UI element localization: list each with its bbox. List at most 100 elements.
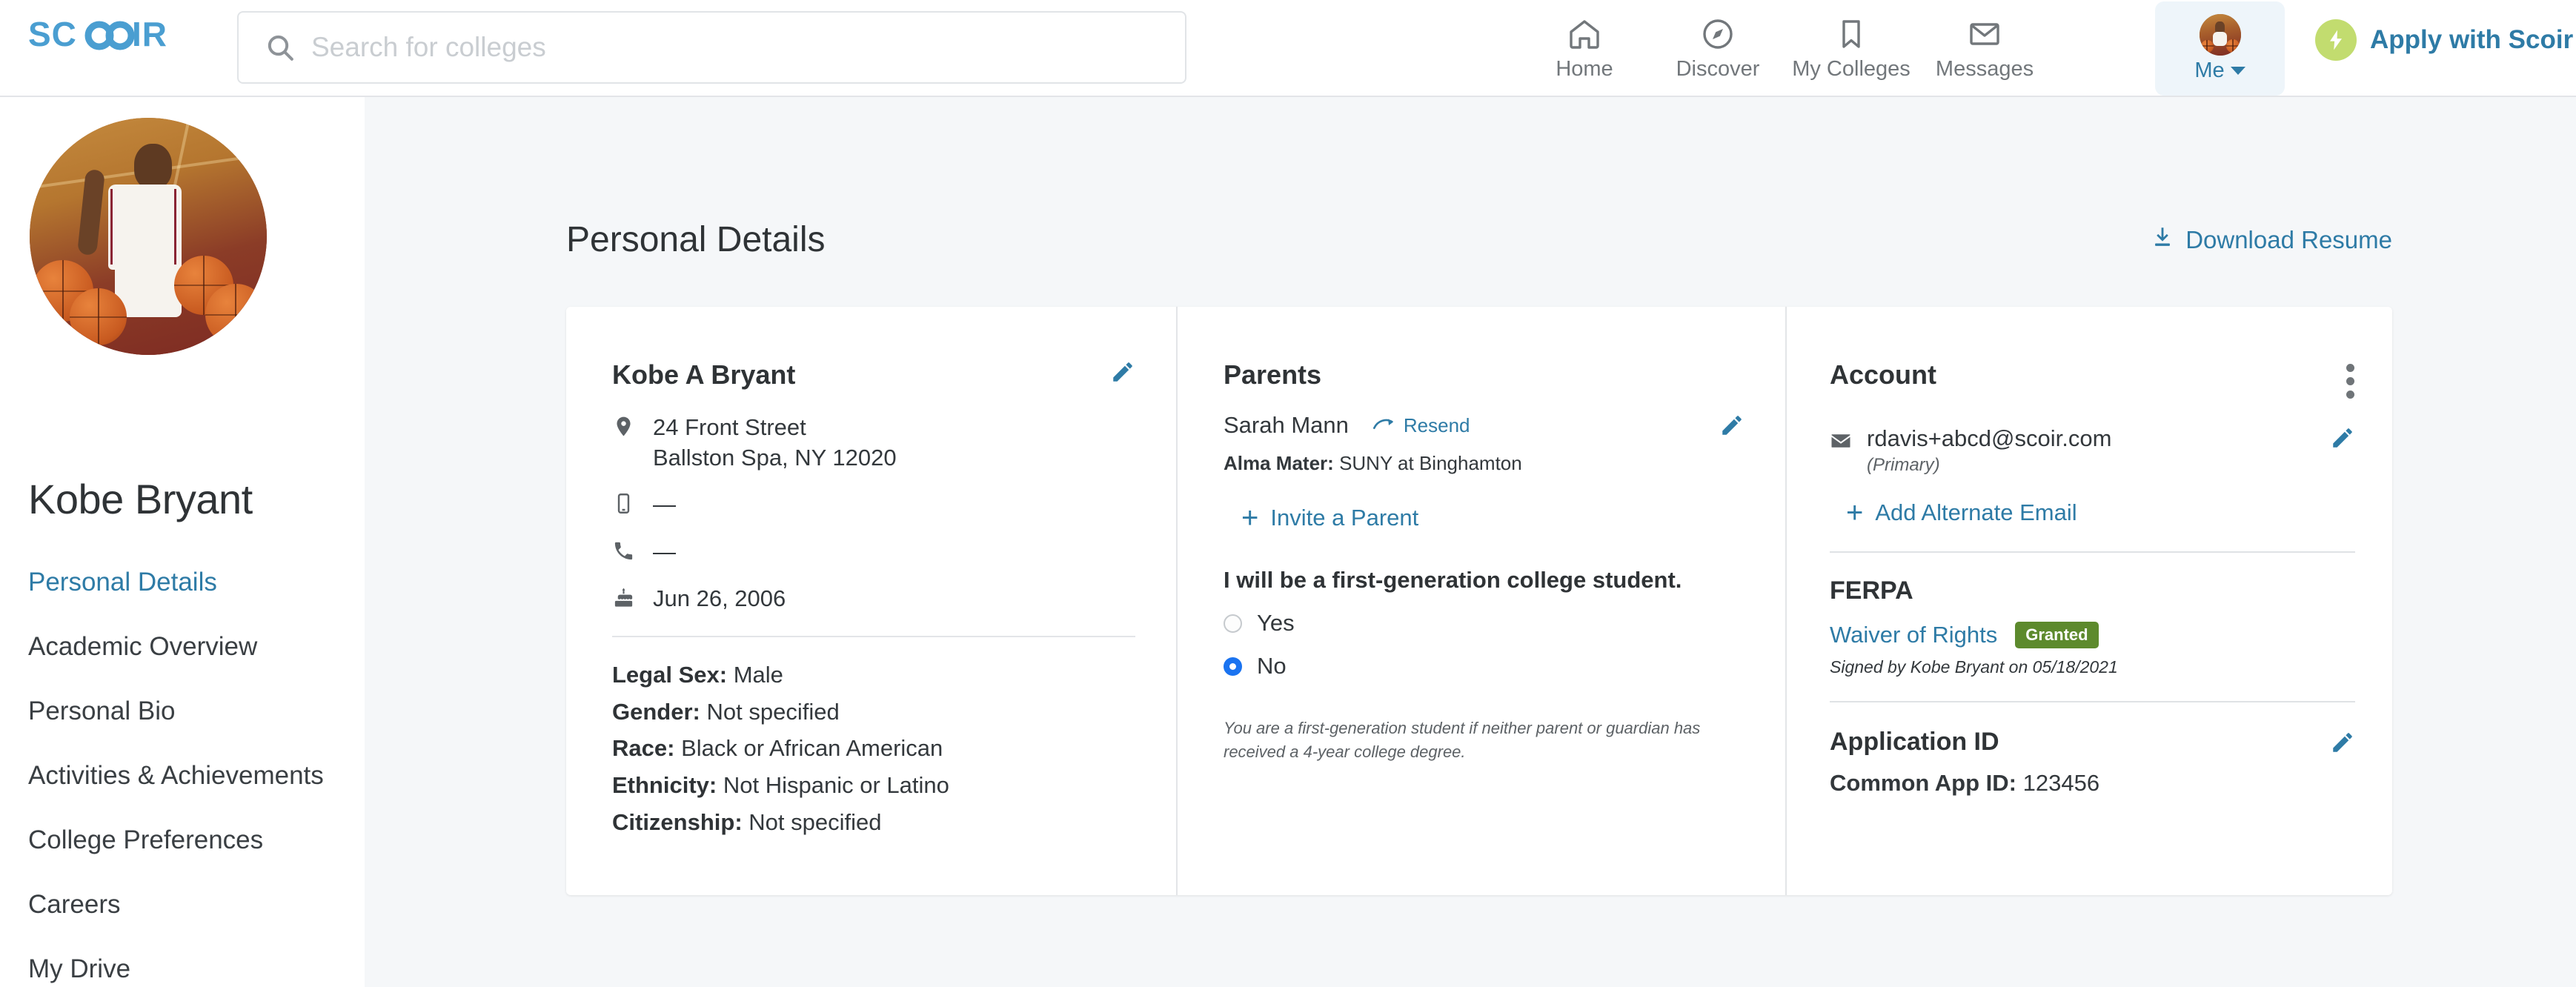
- kebab-dot: [2346, 377, 2354, 385]
- demographics-list: Legal Sex: Male Gender: Not specified Ra…: [612, 660, 1135, 837]
- first-generation-option-no[interactable]: No: [1224, 653, 1745, 679]
- resend-invite-button[interactable]: Resend: [1372, 414, 1470, 437]
- profile-sidebar: Kobe Bryant Personal Details Academic Ov…: [0, 97, 365, 987]
- birthdate-value: Jun 26, 2006: [653, 585, 786, 611]
- sidebar-item-activities-achievements[interactable]: Activities & Achievements: [28, 761, 339, 791]
- contact-info-list: 24 Front Street Ballston Spa, NY 12020 —…: [612, 412, 1135, 614]
- nav-label-my-colleges: My Colleges: [1792, 56, 1911, 81]
- plus-icon: +: [1846, 496, 1864, 529]
- status-badge: Granted: [2015, 622, 2099, 648]
- ethnicity-value: Not Hispanic or Latino: [723, 772, 949, 799]
- gender-label: Gender:: [612, 698, 700, 725]
- account-more-options-icon[interactable]: [2346, 359, 2355, 399]
- race-value: Black or African American: [681, 735, 943, 762]
- nav-item-home[interactable]: Home: [1518, 0, 1651, 97]
- divider: [1830, 551, 2355, 553]
- sidebar-item-my-drive[interactable]: My Drive: [28, 954, 339, 984]
- address-line-2: Ballston Spa, NY 12020: [653, 445, 897, 471]
- svg-text:IR: IR: [132, 15, 167, 53]
- parent-entry-header: Sarah Mann Resend: [1224, 391, 1745, 439]
- sidebar-item-academic-overview[interactable]: Academic Overview: [28, 632, 339, 662]
- home-icon: [1567, 16, 1602, 52]
- app-header: SC IR Home Discover My Coll: [0, 0, 2576, 97]
- legal-sex-value: Male: [733, 662, 783, 688]
- svg-text:SC: SC: [28, 15, 77, 53]
- edit-parents-pencil-icon[interactable]: [1719, 413, 1745, 438]
- alma-mater-row: Alma Mater: SUNY at Binghamton: [1224, 452, 1745, 475]
- parents-title: Parents: [1224, 359, 1322, 390]
- sidebar-item-personal-bio[interactable]: Personal Bio: [28, 697, 339, 726]
- ferpa-title: FERPA: [1830, 576, 1913, 605]
- scoir-logo[interactable]: SC IR: [28, 13, 180, 56]
- email-text-block: rdavis+abcd@scoir.com (Primary): [1867, 425, 2111, 476]
- personal-info-header: Kobe A Bryant: [612, 359, 1135, 391]
- envelope-icon: [1967, 16, 2002, 52]
- address-text: 24 Front Street Ballston Spa, NY 12020: [653, 412, 897, 473]
- phone-icon: [612, 536, 635, 562]
- apply-with-scoir-button[interactable]: Apply with Scoir: [2315, 19, 2573, 61]
- alma-mater-label: Alma Mater:: [1224, 452, 1334, 474]
- personal-details-card: Kobe A Bryant 24 Front Street Ballston S…: [566, 307, 2392, 895]
- demographic-row: Gender: Not specified: [612, 697, 1135, 727]
- add-alternate-email-button[interactable]: + Add Alternate Email: [1846, 498, 2355, 528]
- radio-yes[interactable]: [1224, 614, 1242, 633]
- citizenship-label: Citizenship:: [612, 808, 743, 835]
- envelope-icon: [1830, 430, 1852, 452]
- nav-item-discover[interactable]: Discover: [1651, 0, 1785, 97]
- first-generation-option-yes[interactable]: Yes: [1224, 610, 1745, 637]
- main-content: Personal Details Download Resume Kobe A …: [365, 97, 2576, 987]
- plus-icon: +: [1241, 502, 1259, 534]
- account-column: Account rdavis+abcd@scoir.com (Primary): [1785, 307, 2392, 895]
- race-label: Race:: [612, 735, 675, 762]
- student-full-name: Kobe A Bryant: [612, 359, 796, 390]
- common-app-id-value: 123456: [2022, 770, 2100, 796]
- birthdate-row: Jun 26, 2006: [612, 583, 1135, 614]
- page-header: Personal Details Download Resume: [566, 219, 2392, 260]
- nav-item-my-colleges[interactable]: My Colleges: [1785, 0, 1918, 97]
- citizenship-value: Not specified: [748, 808, 882, 835]
- demographic-row: Citizenship: Not specified: [612, 808, 1135, 837]
- edit-application-id-pencil-icon[interactable]: [2330, 730, 2355, 755]
- demographic-row: Ethnicity: Not Hispanic or Latino: [612, 771, 1135, 800]
- invite-a-parent-label: Invite a Parent: [1270, 505, 1419, 531]
- bookmark-icon: [1833, 16, 1869, 52]
- page-title: Personal Details: [566, 220, 826, 259]
- edit-email-pencil-icon[interactable]: [2330, 425, 2355, 451]
- invite-a-parent-button[interactable]: + Invite a Parent: [1241, 503, 1745, 533]
- resend-arrow-icon: [1372, 414, 1396, 437]
- birthday-cake-icon: [612, 583, 635, 608]
- sidebar-item-college-preferences[interactable]: College Preferences: [28, 825, 339, 855]
- sidebar-item-careers[interactable]: Careers: [28, 890, 339, 920]
- search-input[interactable]: [311, 32, 1126, 63]
- mobile-row: —: [612, 489, 1135, 519]
- download-icon: [2150, 225, 2175, 256]
- edit-personal-info-pencil-icon[interactable]: [1110, 359, 1135, 385]
- me-menu[interactable]: Me: [2155, 1, 2285, 96]
- ferpa-signed-text: Signed by Kobe Bryant on 05/18/2021: [1830, 657, 2118, 677]
- email-row: rdavis+abcd@scoir.com (Primary): [1830, 425, 2355, 476]
- application-id-title: Application ID: [1830, 728, 1999, 756]
- radio-no-label: No: [1257, 653, 1287, 679]
- waiver-of-rights-link[interactable]: Waiver of Rights: [1830, 622, 1997, 648]
- download-resume-button[interactable]: Download Resume: [2150, 225, 2392, 256]
- personal-info-column: Kobe A Bryant 24 Front Street Ballston S…: [566, 307, 1176, 895]
- divider: [612, 636, 1135, 638]
- sidebar-item-personal-details[interactable]: Personal Details: [28, 568, 339, 597]
- search-icon: [265, 33, 295, 62]
- first-generation-note: You are a first-generation student if ne…: [1224, 719, 1701, 761]
- nav-item-messages[interactable]: Messages: [1918, 0, 2051, 97]
- resend-label: Resend: [1403, 413, 1470, 436]
- email-primary-tag: (Primary): [1867, 455, 1940, 475]
- me-text: Me: [2194, 59, 2225, 82]
- phone-row: —: [612, 536, 1135, 567]
- ferpa-waiver-row: Waiver of Rights Granted: [1830, 622, 2355, 648]
- chevron-down-icon: [2230, 67, 2245, 75]
- location-pin-icon: [612, 412, 635, 437]
- parent-row: Sarah Mann Resend: [1224, 412, 1470, 439]
- application-id-header: Application ID: [1830, 728, 2355, 757]
- kebab-dot: [2346, 391, 2354, 399]
- search-bar[interactable]: [237, 11, 1186, 84]
- primary-nav: Home Discover My Colleges Messages: [1518, 0, 2051, 97]
- profile-nav: Personal Details Academic Overview Perso…: [28, 568, 339, 987]
- radio-no[interactable]: [1224, 657, 1242, 676]
